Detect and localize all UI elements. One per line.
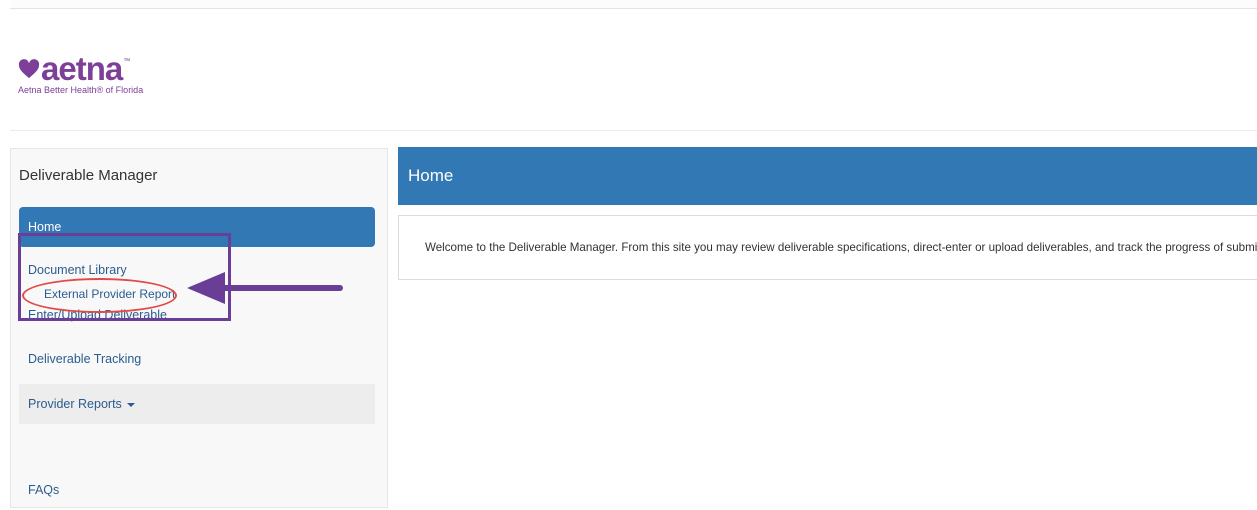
sidebar-item-label: FAQs — [28, 483, 60, 497]
header-divider — [10, 130, 1257, 131]
aetna-logo[interactable]: aetna ™ Aetna Better Health® of Florida — [18, 52, 178, 96]
caret-down-icon — [126, 403, 135, 407]
arrow-left-icon — [187, 272, 343, 304]
logo-text: aetna — [41, 50, 123, 87]
page-title: Home — [408, 166, 454, 185]
logo-wordmark: aetna ™ — [18, 52, 130, 86]
sidebar-item-label: Provider Reports — [28, 397, 122, 411]
sidebar-item-deliverable-tracking[interactable]: Deliverable Tracking — [19, 339, 375, 379]
welcome-panel: Welcome to the Deliverable Manager. From… — [398, 215, 1257, 280]
top-bar — [10, 0, 1257, 9]
logo-subtitle: Aetna Better Health® of Florida — [18, 85, 144, 95]
annotation-highlight-oval — [22, 278, 177, 313]
sidebar-item-faqs[interactable]: FAQs — [19, 470, 375, 510]
sidebar-title: Deliverable Manager — [19, 167, 158, 184]
welcome-text: Welcome to the Deliverable Manager. From… — [425, 241, 1257, 254]
main-header: Home — [398, 147, 1257, 205]
sidebar: Deliverable Manager Home Document Librar… — [10, 148, 388, 508]
heart-icon — [18, 59, 40, 79]
sidebar-item-provider-reports[interactable]: Provider Reports — [19, 384, 375, 424]
logo-trademark: ™ — [123, 58, 131, 65]
sidebar-item-label: Home — [28, 220, 62, 234]
sidebar-item-label: Deliverable Tracking — [28, 352, 142, 366]
